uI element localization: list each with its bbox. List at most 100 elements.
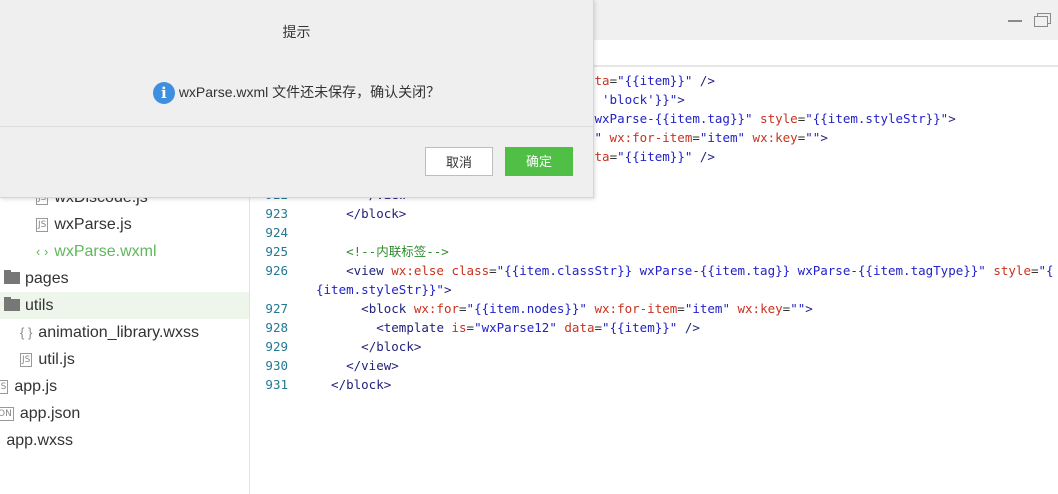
code-line: 923 </block>: [250, 204, 1058, 223]
code-token-plain: =: [466, 320, 475, 335]
code-token-plain: =: [677, 301, 685, 316]
code-token-attr: is: [443, 320, 467, 335]
code-text: {item.styleStr}}">: [316, 280, 451, 299]
code-token-str: "": [805, 130, 821, 145]
folder-icon: [4, 269, 20, 284]
code-text: <template is="wxParse12" data="{{item}}"…: [376, 318, 700, 337]
folder-open-icon: [4, 296, 20, 311]
tree-item-label: wxParse.wxml: [54, 243, 157, 260]
minimize-icon[interactable]: [1008, 12, 1024, 26]
code-token-attr: data: [556, 320, 595, 335]
code-line: 929 </block>: [250, 337, 1058, 356]
code-file-icon: ‹ ›: [36, 244, 49, 260]
line-number: 931: [265, 377, 288, 392]
tree-item[interactable]: }app.wxss: [0, 427, 249, 454]
file-icon: JS: [0, 379, 9, 394]
code-token-str: "item": [684, 301, 730, 316]
tree-item[interactable]: ON app.json: [0, 400, 249, 427]
code-token-str: "wxParse12": [474, 320, 557, 335]
tree-item[interactable]: { } animation_library.wxss: [0, 319, 249, 346]
tree-item[interactable]: pages: [0, 265, 249, 292]
code-token-str: "{: [1038, 263, 1054, 278]
code-line: 927 <block wx:for="{{item.nodes}}" wx:for…: [250, 299, 1058, 318]
style-file-icon: { }: [20, 325, 33, 341]
code-token-attr: style: [985, 263, 1031, 278]
dialog-message-row: i wxParse.wxml 文件还未保存，确认关闭？: [0, 82, 593, 105]
line-number: 925: [265, 244, 288, 259]
code-token-plain: =: [594, 320, 603, 335]
tree-item-label: animation_library.wxss: [38, 324, 199, 341]
code-token-tag: />: [677, 320, 700, 335]
code-token-plain: =: [692, 130, 700, 145]
line-number: 924: [265, 225, 288, 240]
restore-icon[interactable]: [1034, 12, 1051, 27]
code-token-attr: style: [752, 111, 798, 126]
code-token-attr: wx:else: [383, 263, 444, 278]
line-number: 930: [265, 358, 288, 373]
code-token-attr: wx:for-item: [586, 301, 678, 316]
dialog-message: wxParse.wxml 文件还未保存，确认关闭？: [178, 84, 441, 100]
tree-item[interactable]: ‹ › wxParse.wxml: [0, 238, 249, 265]
code-token-plain: =: [1030, 263, 1039, 278]
code-token-attr: wx:key: [729, 301, 783, 316]
code-text: </block>: [361, 337, 421, 356]
code-token-tag: >: [820, 130, 828, 145]
code-token-str: "{{item}}": [602, 320, 678, 335]
code-line: {item.styleStr}}">: [250, 280, 1058, 299]
code-token-str: "{{item}}": [617, 149, 693, 164]
line-number: 928: [265, 320, 288, 335]
code-line: 926 <view wx:else class="{{item.classStr}…: [250, 261, 1058, 280]
code-token-tag: <block: [361, 301, 407, 316]
code-token-tag: </block>: [331, 377, 392, 392]
code-token-str: "{{item.classStr}} wxParse-{{item.tag}} …: [496, 263, 986, 278]
tree-item-label: app.js: [14, 378, 58, 395]
code-token-attr: class: [443, 263, 490, 278]
unsaved-changes-dialog: 提示 i wxParse.wxml 文件还未保存，确认关闭？ 取消 确定: [0, 0, 594, 198]
line-number: 926: [265, 263, 288, 278]
code-text: <view wx:else class="{{item.classStr}} w…: [346, 261, 1053, 280]
code-token-tag: </block>: [361, 339, 422, 354]
line-number: 927: [265, 301, 288, 316]
code-token-str: "item": [699, 130, 746, 145]
code-token-tag: <template: [376, 320, 444, 335]
code-line: 928 <template is="wxParse12" data="{{item…: [250, 318, 1058, 337]
code-text: <!--内联标签-->: [346, 242, 449, 261]
code-line: 924: [250, 223, 1058, 242]
line-number: 923: [265, 206, 288, 221]
tree-item-label: utils: [25, 297, 54, 314]
tree-item[interactable]: JS util.js: [0, 346, 249, 373]
file-icon: JS: [36, 217, 49, 232]
code-token-str: "{{item.nodes}}": [466, 301, 587, 316]
tree-item[interactable]: JS app.js: [0, 373, 249, 400]
tree-item[interactable]: JS wxParse.js: [0, 211, 249, 238]
code-token-plain: =: [609, 149, 618, 164]
code-token-tag: >: [443, 282, 452, 297]
code-token-tag: />: [692, 73, 715, 88]
code-token-attr: wx:for-item: [602, 130, 693, 145]
info-icon: i: [152, 82, 175, 105]
code-token-str: "": [790, 301, 806, 316]
tree-item-label: wxParse.js: [54, 216, 132, 233]
tree-item-label: app.json: [19, 405, 81, 422]
code-text: </view>: [346, 356, 399, 375]
code-text: <block wx:for="{{item.nodes}}" wx:for-it…: [361, 299, 813, 318]
code-token-tag: >: [948, 111, 956, 126]
code-token-tag: />: [692, 149, 715, 164]
confirm-button[interactable]: 确定: [505, 147, 573, 176]
tree-item-label: app.wxss: [6, 432, 74, 449]
dialog-divider: [0, 126, 593, 127]
file-icon: JS: [20, 352, 33, 367]
code-text: </block>: [331, 375, 391, 394]
cancel-button[interactable]: 取消: [425, 147, 493, 176]
code-token-str: {item.styleStr}}": [316, 282, 444, 297]
dialog-title: 提示: [282, 24, 311, 40]
code-line: 925 <!--内联标签-->: [250, 242, 1058, 261]
file-icon: ON: [0, 406, 14, 421]
code-text: </block>: [346, 204, 406, 223]
code-token-tag: </view>: [346, 358, 399, 373]
line-number: 929: [265, 339, 288, 354]
code-token-str: "{{item}}": [617, 73, 693, 88]
code-token-attr: wx:key: [745, 130, 798, 145]
tree-item[interactable]: utils: [0, 292, 249, 319]
code-token-plain: =: [609, 73, 618, 88]
